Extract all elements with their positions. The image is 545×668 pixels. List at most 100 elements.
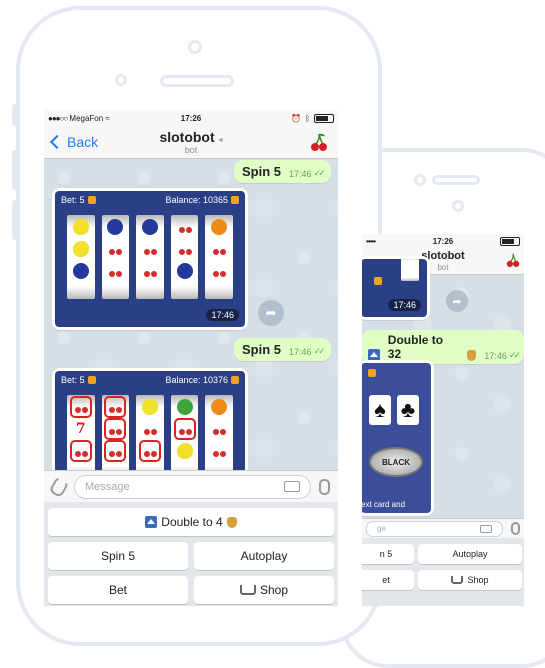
- cherry-symbol: [138, 440, 161, 462]
- cherry-symbol: [142, 421, 158, 437]
- black-button[interactable]: BLACK: [369, 447, 423, 477]
- message-time: 17:46: [289, 168, 312, 179]
- share-icon[interactable]: ➦: [446, 290, 468, 312]
- slot-result-card: Bet: 5 Balance: 10365 17:46: [52, 188, 248, 330]
- lemon-symbol: [72, 219, 89, 235]
- message-input[interactable]: ge: [366, 520, 503, 537]
- battery-icon: [314, 113, 334, 123]
- balance-label: Balance: 10376: [165, 375, 239, 385]
- message-time: 17:46: [206, 309, 239, 321]
- cherry-symbol: [104, 440, 127, 462]
- sensor-icon: [452, 200, 464, 212]
- cherry-symbol: [104, 396, 127, 418]
- shopping-cart-icon: [239, 585, 256, 595]
- message-text: Spin 5: [242, 164, 282, 179]
- message-text: Double to 32: [387, 333, 444, 361]
- reel: [170, 215, 199, 299]
- mute-switch: [12, 104, 18, 126]
- shopping-cart-icon: [451, 576, 464, 584]
- reel: [67, 215, 95, 299]
- orange-symbol: [211, 399, 228, 415]
- club-card: ♣: [397, 395, 419, 425]
- coin-icon: [231, 196, 239, 204]
- input-placeholder: Message: [85, 480, 130, 493]
- status-bar: ••••• 17:26: [362, 234, 524, 248]
- outgoing-message: Spin 5 17:46 ✓✓: [234, 160, 331, 183]
- shop-button[interactable]: Shop: [418, 570, 522, 590]
- cherry-symbol: [177, 241, 193, 257]
- lemon-symbol: [141, 399, 158, 415]
- lemon-symbol: [72, 241, 89, 257]
- outgoing-message: Double to 32 17:46 ✓✓: [362, 330, 524, 364]
- message-input-bar: ge: [362, 518, 524, 538]
- camera-icon: [414, 174, 426, 186]
- chat-title: slotobot ◂: [159, 129, 223, 145]
- autoplay-button[interactable]: Autoplay: [194, 542, 334, 570]
- share-icon[interactable]: ➦: [258, 300, 284, 326]
- card-game-image: ♠ ♣ BLACK ext card and: [362, 363, 431, 513]
- cherry-symbol: [211, 443, 227, 459]
- cherry-symbol: [173, 418, 196, 440]
- outgoing-message: Spin 5 17:46 ✓✓: [234, 338, 331, 361]
- bet-label: Bet: 5: [61, 195, 96, 205]
- microphone-icon[interactable]: [319, 478, 330, 495]
- card-game-card: ♠ ♣ BLACK ext card and: [362, 360, 434, 516]
- plum-symbol: [176, 263, 193, 279]
- message-input-bar: Message: [44, 470, 338, 502]
- keyboard-icon[interactable]: [480, 524, 492, 533]
- spin-button[interactable]: n 5: [362, 544, 414, 564]
- cherry-symbol: [211, 263, 227, 279]
- balance-label: Balance: 10365: [165, 195, 239, 205]
- cherry-symbol: [104, 418, 127, 440]
- keyboard-icon[interactable]: [284, 481, 300, 492]
- message-text: Spin 5: [242, 342, 282, 357]
- reel: [101, 215, 130, 299]
- reel: [401, 259, 419, 281]
- up-arrow-icon: [145, 516, 158, 528]
- double-button[interactable]: Double to 4: [48, 508, 334, 536]
- bet-label: Bet: 5: [61, 375, 96, 385]
- reels: [67, 215, 233, 299]
- chat-subtitle: bot: [184, 145, 198, 155]
- microphone-icon[interactable]: [511, 522, 520, 535]
- back-phone-screen: ••••• 17:26 slotobot bot 17:46 ➦ Double …: [362, 234, 524, 606]
- spade-card: ♠: [369, 395, 391, 425]
- cherry-symbol: [107, 241, 123, 257]
- card-caption: ext card and: [362, 500, 406, 509]
- seven-symbol: 7: [75, 421, 86, 437]
- cherry-icon[interactable]: [310, 132, 328, 152]
- money-bag-icon: [466, 350, 477, 361]
- coin-icon: [87, 196, 96, 204]
- reel: 7: [67, 395, 95, 479]
- coin-icon: [231, 376, 239, 384]
- coin-icon: [374, 277, 382, 285]
- attach-icon[interactable]: [48, 475, 70, 498]
- reel: [136, 215, 164, 299]
- reel: [170, 395, 199, 479]
- plum-symbol: [107, 219, 124, 235]
- read-checks-icon: ✓✓: [313, 168, 326, 178]
- bot-keyboard: n 5 Autoplay et Shop: [362, 538, 524, 606]
- sensor-icon: [115, 74, 127, 86]
- shop-button[interactable]: Shop: [194, 576, 334, 604]
- cherry-symbol: [142, 263, 158, 279]
- speaker-grille: [160, 75, 234, 87]
- money-bag-icon: [226, 516, 237, 528]
- autoplay-button[interactable]: Autoplay: [418, 544, 522, 564]
- message-input[interactable]: Message: [74, 474, 311, 499]
- reel: [136, 395, 164, 479]
- status-time: 17:26: [180, 113, 202, 123]
- camera-icon: [188, 40, 202, 54]
- front-phone-screen: ●●●○○ MegaFon ≈ 17:26 ⏰ ᛒ Back slotobot ◂…: [44, 110, 338, 606]
- message-time: 17:46: [484, 350, 507, 361]
- orange-symbol: [211, 219, 228, 235]
- slot-result-card: 17:46: [362, 256, 430, 320]
- bet-button[interactable]: et: [362, 570, 414, 590]
- bet-button[interactable]: Bet: [48, 576, 188, 604]
- reel: [205, 215, 233, 299]
- slot-machine-image: Bet: 5 Balance: 10365 17:46: [55, 191, 245, 327]
- lemon-symbol: [176, 443, 193, 459]
- cherry-icon[interactable]: [506, 252, 520, 268]
- message-time: 17:46: [289, 346, 312, 357]
- spin-button[interactable]: Spin 5: [48, 542, 188, 570]
